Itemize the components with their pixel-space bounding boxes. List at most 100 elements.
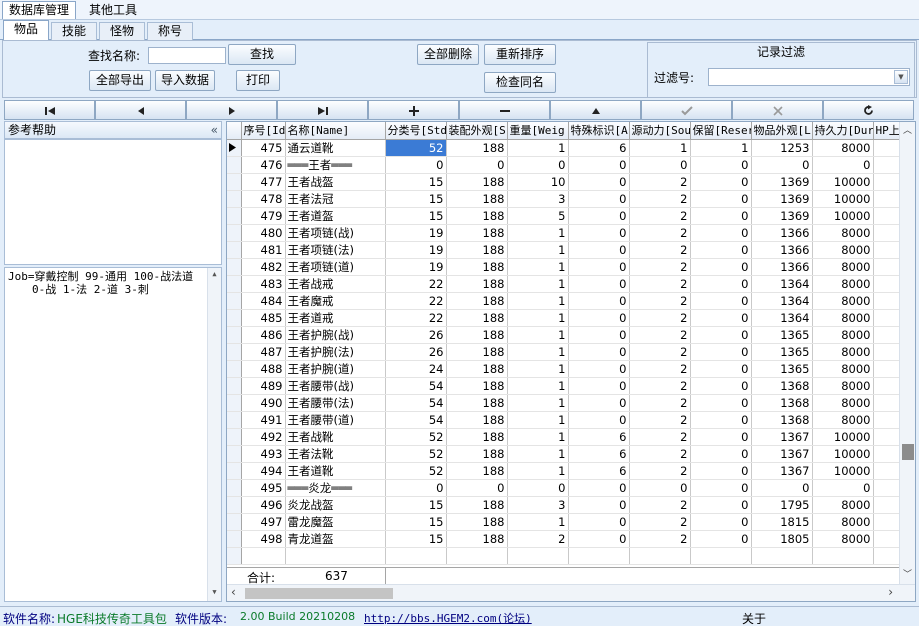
table-cell[interactable]: 54 bbox=[385, 411, 447, 429]
table-cell[interactable]: 1 bbox=[507, 343, 569, 361]
table-cell[interactable]: 19 bbox=[385, 241, 447, 259]
table-cell[interactable]: 8000 bbox=[812, 343, 874, 361]
scroll-up-icon[interactable]: ︿ bbox=[900, 122, 915, 140]
table-cell[interactable]: 52 bbox=[385, 445, 447, 463]
table-cell[interactable]: 485 bbox=[241, 309, 286, 327]
table-cell[interactable]: 王者战戒 bbox=[285, 275, 386, 293]
filter-number-combo[interactable]: ▼ bbox=[708, 68, 910, 86]
table-cell[interactable]: 188 bbox=[446, 445, 508, 463]
table-cell[interactable]: 22 bbox=[385, 309, 447, 327]
table-cell[interactable]: 1 bbox=[507, 394, 569, 412]
chevron-down-icon[interactable]: ▼ bbox=[894, 70, 908, 84]
table-cell[interactable]: 王者战盔 bbox=[285, 173, 386, 191]
table-cell[interactable]: 188 bbox=[446, 258, 508, 276]
table-cell[interactable]: 炎龙战盔 bbox=[285, 496, 386, 514]
table-cell[interactable]: 188 bbox=[446, 462, 508, 480]
table-cell[interactable]: 8000 bbox=[812, 360, 874, 378]
table-cell[interactable]: 15 bbox=[385, 513, 447, 531]
table-cell[interactable]: 1364 bbox=[751, 275, 813, 293]
table-cell[interactable]: 0 bbox=[629, 479, 691, 497]
row-indicator[interactable] bbox=[227, 190, 242, 208]
table-cell[interactable]: 188 bbox=[446, 241, 508, 259]
table-cell[interactable]: 8000 bbox=[812, 530, 874, 548]
row-indicator[interactable] bbox=[227, 292, 242, 310]
table-cell[interactable]: 8000 bbox=[812, 258, 874, 276]
table-cell[interactable]: 19 bbox=[385, 224, 447, 242]
table-cell[interactable]: 王者项链(道) bbox=[285, 258, 386, 276]
table-cell[interactable]: 0 bbox=[568, 513, 630, 531]
table-cell[interactable]: 481 bbox=[241, 241, 286, 259]
table-cell[interactable]: 188 bbox=[446, 530, 508, 548]
table-cell[interactable]: 0 bbox=[690, 343, 752, 361]
table-cell[interactable]: 489 bbox=[241, 377, 286, 395]
scroll-left-icon[interactable]: ‹ bbox=[231, 585, 236, 599]
table-cell[interactable]: 2 bbox=[629, 224, 691, 242]
table-cell[interactable]: 0 bbox=[568, 224, 630, 242]
table-cell[interactable]: 0 bbox=[507, 156, 569, 174]
table-cell[interactable]: 0 bbox=[568, 479, 630, 497]
table-cell[interactable]: 2 bbox=[629, 394, 691, 412]
nav-cancel-button[interactable] bbox=[732, 100, 823, 120]
table-cell[interactable]: 8000 bbox=[812, 139, 874, 157]
table-cell[interactable]: 王者腰带(战) bbox=[285, 377, 386, 395]
table-cell[interactable]: 0 bbox=[568, 275, 630, 293]
table-cell[interactable]: 479 bbox=[241, 207, 286, 225]
table-cell[interactable]: 1 bbox=[629, 139, 691, 157]
table-row[interactable]: 478 王者法冠 15 188 3 0 2 0 1369 10000 bbox=[227, 190, 908, 208]
table-cell[interactable]: 0 bbox=[690, 530, 752, 548]
table-cell[interactable]: 15 bbox=[385, 190, 447, 208]
table-cell[interactable]: ═══王者═══ bbox=[285, 156, 386, 174]
table-cell[interactable]: 2 bbox=[629, 207, 691, 225]
table-cell[interactable]: 2 bbox=[629, 445, 691, 463]
table-cell[interactable]: 480 bbox=[241, 224, 286, 242]
table-cell[interactable]: 2 bbox=[629, 309, 691, 327]
table-cell[interactable]: 15 bbox=[385, 530, 447, 548]
table-cell[interactable]: 2 bbox=[629, 513, 691, 531]
table-cell[interactable]: 王者腰带(道) bbox=[285, 411, 386, 429]
table-cell[interactable]: 10000 bbox=[812, 428, 874, 446]
row-indicator[interactable] bbox=[227, 326, 242, 344]
nav-insert-button[interactable] bbox=[368, 100, 459, 120]
table-cell[interactable]: 0 bbox=[629, 156, 691, 174]
column-header-6[interactable]: 源动力[Sou bbox=[629, 122, 691, 140]
table-cell[interactable]: 0 bbox=[690, 513, 752, 531]
table-cell[interactable]: 0 bbox=[690, 156, 752, 174]
table-cell[interactable]: 52 bbox=[385, 462, 447, 480]
table-cell[interactable]: 0 bbox=[751, 156, 813, 174]
table-cell[interactable]: 52 bbox=[385, 139, 447, 157]
column-header-8[interactable]: 物品外观[L bbox=[751, 122, 813, 140]
table-cell[interactable]: 雷龙魔盔 bbox=[285, 513, 386, 531]
table-cell[interactable]: 26 bbox=[385, 326, 447, 344]
table-cell[interactable]: 1 bbox=[507, 411, 569, 429]
table-cell[interactable]: 0 bbox=[690, 309, 752, 327]
table-cell[interactable]: 491 bbox=[241, 411, 286, 429]
table-cell[interactable]: 478 bbox=[241, 190, 286, 208]
table-cell[interactable]: 1365 bbox=[751, 326, 813, 344]
table-cell[interactable]: 1369 bbox=[751, 190, 813, 208]
row-indicator[interactable] bbox=[227, 428, 242, 446]
table-cell[interactable]: 22 bbox=[385, 292, 447, 310]
table-cell[interactable]: 2 bbox=[629, 326, 691, 344]
vertical-scroll-thumb[interactable] bbox=[902, 444, 914, 460]
forum-link[interactable]: http://bbs.HGEM2.com(论坛) bbox=[364, 610, 532, 626]
table-cell[interactable]: 8000 bbox=[812, 394, 874, 412]
table-row[interactable]: 485 王者道戒 22 188 1 0 2 0 1364 8000 bbox=[227, 309, 908, 327]
table-row[interactable]: 482 王者项链(道) 19 188 1 0 2 0 1366 8000 bbox=[227, 258, 908, 276]
table-cell[interactable]: 496 bbox=[241, 496, 286, 514]
scroll-right-icon[interactable]: › bbox=[888, 585, 893, 599]
table-cell[interactable]: 1368 bbox=[751, 394, 813, 412]
table-cell[interactable]: 1253 bbox=[751, 139, 813, 157]
table-cell[interactable]: 476 bbox=[241, 156, 286, 174]
scroll-down-icon[interactable]: ▼ bbox=[208, 586, 221, 599]
table-cell[interactable]: 2 bbox=[629, 258, 691, 276]
row-indicator[interactable] bbox=[227, 343, 242, 361]
table-cell[interactable]: 0 bbox=[446, 156, 508, 174]
scroll-down-icon[interactable]: ﹀ bbox=[900, 566, 915, 584]
table-cell[interactable]: 188 bbox=[446, 326, 508, 344]
table-cell[interactable]: 0 bbox=[568, 190, 630, 208]
row-indicator[interactable] bbox=[227, 173, 242, 191]
table-cell[interactable]: 1367 bbox=[751, 462, 813, 480]
nav-last-button[interactable] bbox=[277, 100, 368, 120]
table-cell[interactable]: 1366 bbox=[751, 258, 813, 276]
table-cell[interactable]: 2 bbox=[629, 530, 691, 548]
